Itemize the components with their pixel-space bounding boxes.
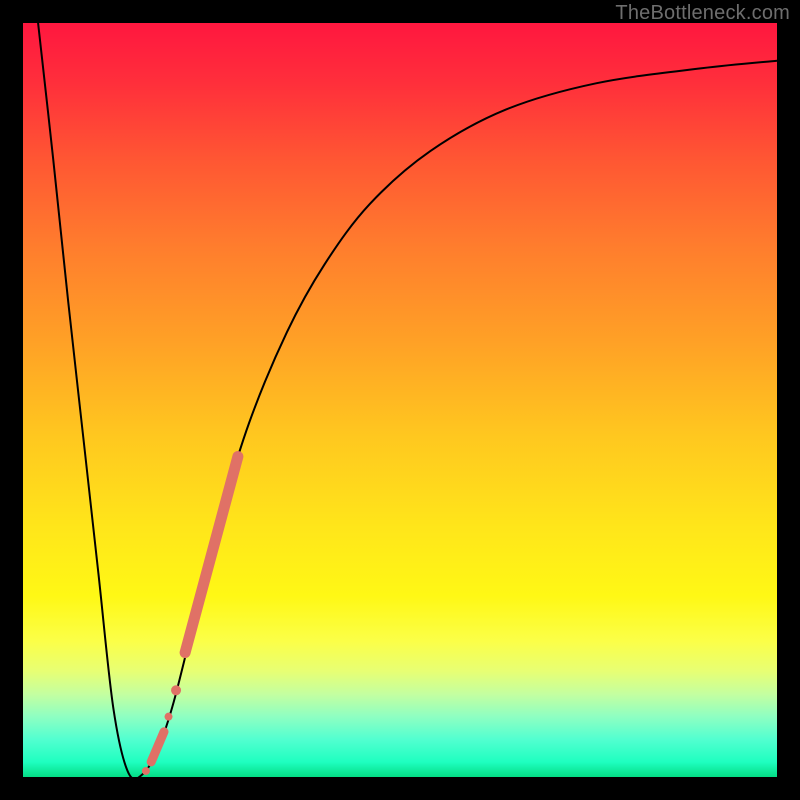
- bottleneck-curve: [38, 23, 777, 779]
- highlight-segment-lower: [151, 732, 164, 762]
- highlight-segment-upper: [185, 457, 238, 653]
- highlight-dot-a: [171, 685, 181, 695]
- marker-layer: [142, 457, 238, 775]
- curve-layer: [38, 23, 777, 779]
- watermark-label: TheBottleneck.com: [615, 2, 790, 25]
- highlight-dot-c: [142, 767, 150, 775]
- chart-stage: TheBottleneck.com: [0, 0, 800, 800]
- highlight-dot-b: [165, 713, 173, 721]
- plot-area: [23, 23, 777, 777]
- chart-svg: [23, 23, 777, 777]
